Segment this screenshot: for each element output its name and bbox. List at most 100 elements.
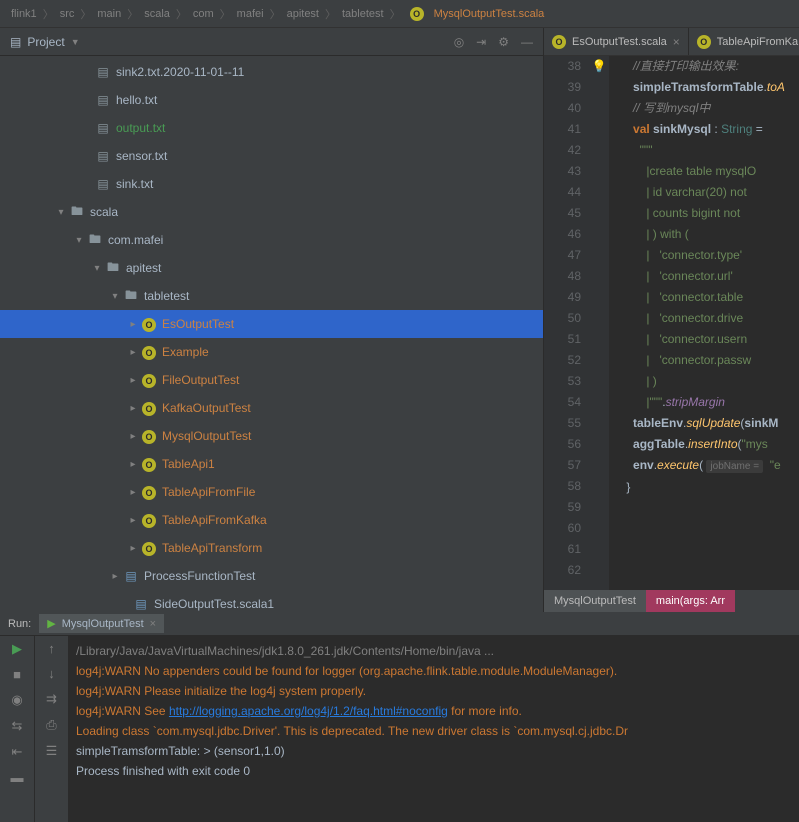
minimize-icon[interactable]: —	[521, 35, 533, 49]
trash-icon[interactable]: ▬	[11, 770, 24, 785]
breadcrumb-item[interactable]: apitest	[287, 8, 319, 20]
tree-item-label: ProcessFunctionTest	[144, 569, 255, 583]
project-panel: ▤ Project ▼ ◎ ⇥ ⚙ — ▤sink2.txt.2020-11-0…	[0, 28, 544, 612]
tree-item-label: sink.txt	[116, 177, 153, 191]
tree-item[interactable]: ▸OEsOutputTest	[0, 310, 543, 338]
tree-item[interactable]: ▸OTableApiFromFile	[0, 478, 543, 506]
tree-arrow[interactable]: ▸	[126, 347, 140, 358]
tree-item-label: FileOutputTest	[162, 373, 239, 387]
tree-item-icon: ▤	[132, 597, 150, 611]
tree-arrow[interactable]: ▸	[126, 375, 140, 386]
tree-item-icon: 🖿	[122, 286, 140, 307]
tree-item[interactable]: ▾🖿apitest	[0, 254, 543, 282]
tree-item-icon: ▤	[94, 93, 112, 107]
editor-tab[interactable]: OTableApiFromKa	[689, 28, 799, 55]
tree-item[interactable]: ▤sensor.txt	[0, 142, 543, 170]
tree-item[interactable]: ▸OKafkaOutputTest	[0, 394, 543, 422]
close-icon[interactable]: ×	[150, 618, 156, 630]
breadcrumb-sep: 〉	[220, 6, 231, 22]
tree-item-icon: 🖿	[68, 202, 86, 223]
tree-item-icon: O	[140, 429, 158, 444]
tree-item[interactable]: ▾🖿tabletest	[0, 282, 543, 310]
tree-arrow[interactable]: ▾	[90, 263, 104, 274]
breadcrumb-item[interactable]: flink1	[11, 8, 37, 20]
tree-item-icon: O	[140, 373, 158, 388]
tree-item[interactable]: ▤sink2.txt.2020-11-01--11	[0, 58, 543, 86]
breadcrumb-item[interactable]: MysqlOutputTest.scala	[434, 8, 545, 20]
breadcrumb-item[interactable]: mafei	[237, 8, 264, 20]
camera-icon[interactable]: ◉	[11, 692, 22, 708]
crumb-method[interactable]: main(args: Arr	[646, 590, 735, 612]
target-icon[interactable]: ◎	[454, 35, 464, 49]
breadcrumb-item[interactable]: main	[97, 8, 121, 20]
tree-item[interactable]: ▤output.txt	[0, 114, 543, 142]
stop-icon[interactable]: ■	[13, 667, 21, 682]
tree-item[interactable]: ▸OTableApiFromKafka	[0, 506, 543, 534]
console-output[interactable]: /Library/Java/JavaVirtualMachines/jdk1.8…	[68, 613, 799, 822]
breadcrumb-item[interactable]: tabletest	[342, 8, 384, 20]
rerun-icon[interactable]: ▶	[12, 641, 22, 657]
tree-item-label: MysqlOutputTest	[162, 429, 251, 443]
tree-item[interactable]: ▤hello.txt	[0, 86, 543, 114]
tree-arrow[interactable]: ▸	[126, 487, 140, 498]
tree-arrow[interactable]: ▾	[108, 291, 122, 302]
editor-tab[interactable]: OEsOutputTest.scala×	[544, 28, 689, 55]
tree-item-label: TableApiFromFile	[162, 485, 255, 499]
tab-label: EsOutputTest.scala	[572, 36, 667, 48]
tab-label: TableApiFromKa	[717, 36, 798, 48]
tree-item[interactable]: ▤sink.txt	[0, 170, 543, 198]
tree-item-icon: ▤	[122, 569, 140, 583]
tree-item[interactable]: ▸O FileOutputTest	[0, 366, 543, 394]
tree-item[interactable]: ▾🖿scala	[0, 198, 543, 226]
tree-item-label: SideOutputTest.scala1	[154, 597, 274, 611]
tree-item[interactable]: ▸OTableApiTransform	[0, 534, 543, 562]
close-icon[interactable]: ×	[673, 35, 680, 49]
tree-item[interactable]: ▸O MysqlOutputTest	[0, 422, 543, 450]
exit-icon[interactable]: ⇤	[12, 744, 23, 760]
tree-item-label: apitest	[126, 261, 161, 275]
tree-item[interactable]: ▸OTableApi1	[0, 450, 543, 478]
tree-item-icon: ▤	[94, 149, 112, 163]
breadcrumb-sep: 〉	[270, 6, 281, 22]
run-tab[interactable]: ▶ MysqlOutputTest ×	[39, 614, 164, 633]
tree-arrow[interactable]: ▸	[126, 459, 140, 470]
breadcrumb-item[interactable]: src	[60, 8, 75, 20]
tree-item-label: TableApiFromKafka	[162, 513, 267, 527]
tree-arrow[interactable]: ▸	[126, 403, 140, 414]
breadcrumb-item[interactable]: com	[193, 8, 214, 20]
project-tree[interactable]: ▤sink2.txt.2020-11-01--11▤hello.txt▤outp…	[0, 56, 543, 612]
tree-item[interactable]: ▤ SideOutputTest.scala1	[0, 590, 543, 612]
gear-icon[interactable]: ⚙	[498, 35, 509, 49]
tree-item-label: com.mafei	[108, 233, 163, 247]
tree-arrow[interactable]: ▾	[54, 207, 68, 218]
tree-item-icon: O	[140, 345, 158, 360]
tree-item-icon: O	[140, 401, 158, 416]
tree-arrow[interactable]: ▸	[108, 571, 122, 582]
breadcrumb-item[interactable]: scala	[144, 8, 170, 20]
collapse-icon[interactable]: ⇥	[476, 35, 486, 49]
breadcrumb-sep: 〉	[176, 6, 187, 22]
tree-item[interactable]: ▸▤ ProcessFunctionTest	[0, 562, 543, 590]
crumb-class[interactable]: MysqlOutputTest	[544, 590, 646, 612]
tree-arrow[interactable]: ▾	[72, 235, 86, 246]
project-title[interactable]: ▤ Project ▼	[10, 35, 454, 49]
tree-arrow[interactable]: ▸	[126, 319, 140, 330]
tree-arrow[interactable]: ▸	[126, 431, 140, 442]
tree-arrow[interactable]: ▸	[126, 515, 140, 526]
bulb-icon[interactable]: 💡	[592, 59, 607, 73]
wrap-icon[interactable]: ⇉	[46, 691, 57, 707]
run-panel: ▶ ■ ◉ ⇆ ⇤ ▬ ↑ ↓ ⇉ ⎙ ☰ /Library/Java/Java…	[0, 612, 799, 822]
up-icon[interactable]: ↑	[48, 641, 55, 656]
breadcrumb-sep: 〉	[127, 6, 138, 22]
tree-item-label: sink2.txt.2020-11-01--11	[116, 65, 244, 79]
code-content[interactable]: //直接打印输出效果: simpleTramsformTable.toA // …	[609, 56, 799, 590]
code-area[interactable]: 3839404142434445464748495051525354555657…	[544, 56, 799, 590]
editor-tabs: OEsOutputTest.scala×OTableApiFromKa	[544, 28, 799, 56]
tree-item[interactable]: ▸OExample	[0, 338, 543, 366]
layout-icon[interactable]: ⇆	[12, 718, 23, 734]
print-icon[interactable]: ⎙	[46, 717, 56, 733]
filter-icon[interactable]: ☰	[46, 743, 58, 759]
tree-item[interactable]: ▾🖿com.mafei	[0, 226, 543, 254]
down-icon[interactable]: ↓	[48, 666, 55, 681]
tree-arrow[interactable]: ▸	[126, 543, 140, 554]
